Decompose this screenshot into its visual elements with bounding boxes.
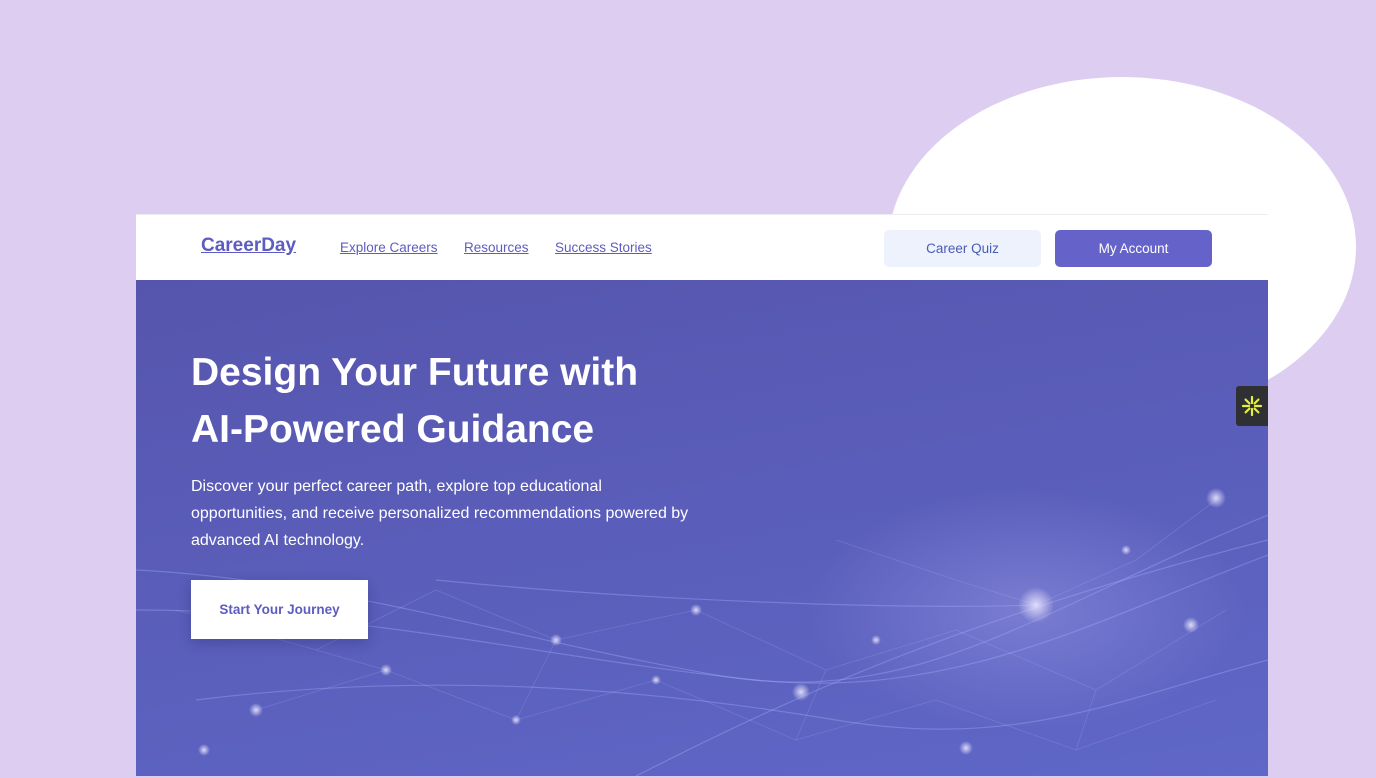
logo[interactable]: CareerDay	[201, 235, 296, 257]
hero-title-line-2: AI-Powered Guidance	[191, 408, 595, 451]
navbar: CareerDay Explore Careers Resources Succ…	[136, 214, 1268, 280]
hero-title: Design Your Future with AI-Powered Guida…	[191, 344, 751, 458]
hero-section: Design Your Future with AI-Powered Guida…	[136, 280, 1268, 776]
sparkle-icon	[1241, 395, 1263, 417]
page-background: CareerDay Explore Careers Resources Succ…	[0, 0, 1376, 778]
nav-link-explore-careers[interactable]: Explore Careers	[340, 240, 438, 255]
my-account-button[interactable]: My Account	[1055, 230, 1212, 267]
hero-title-line-1: Design Your Future with	[191, 351, 639, 394]
nav-link-success-stories[interactable]: Success Stories	[555, 240, 652, 255]
hero-subtitle: Discover your perfect career path, explo…	[191, 478, 689, 549]
career-quiz-button[interactable]: Career Quiz	[884, 230, 1041, 267]
website-preview: CareerDay Explore Careers Resources Succ…	[136, 214, 1268, 776]
floating-widget-button[interactable]	[1236, 386, 1268, 426]
start-journey-button[interactable]: Start Your Journey	[191, 580, 368, 639]
nav-link-resources[interactable]: Resources	[464, 240, 529, 255]
